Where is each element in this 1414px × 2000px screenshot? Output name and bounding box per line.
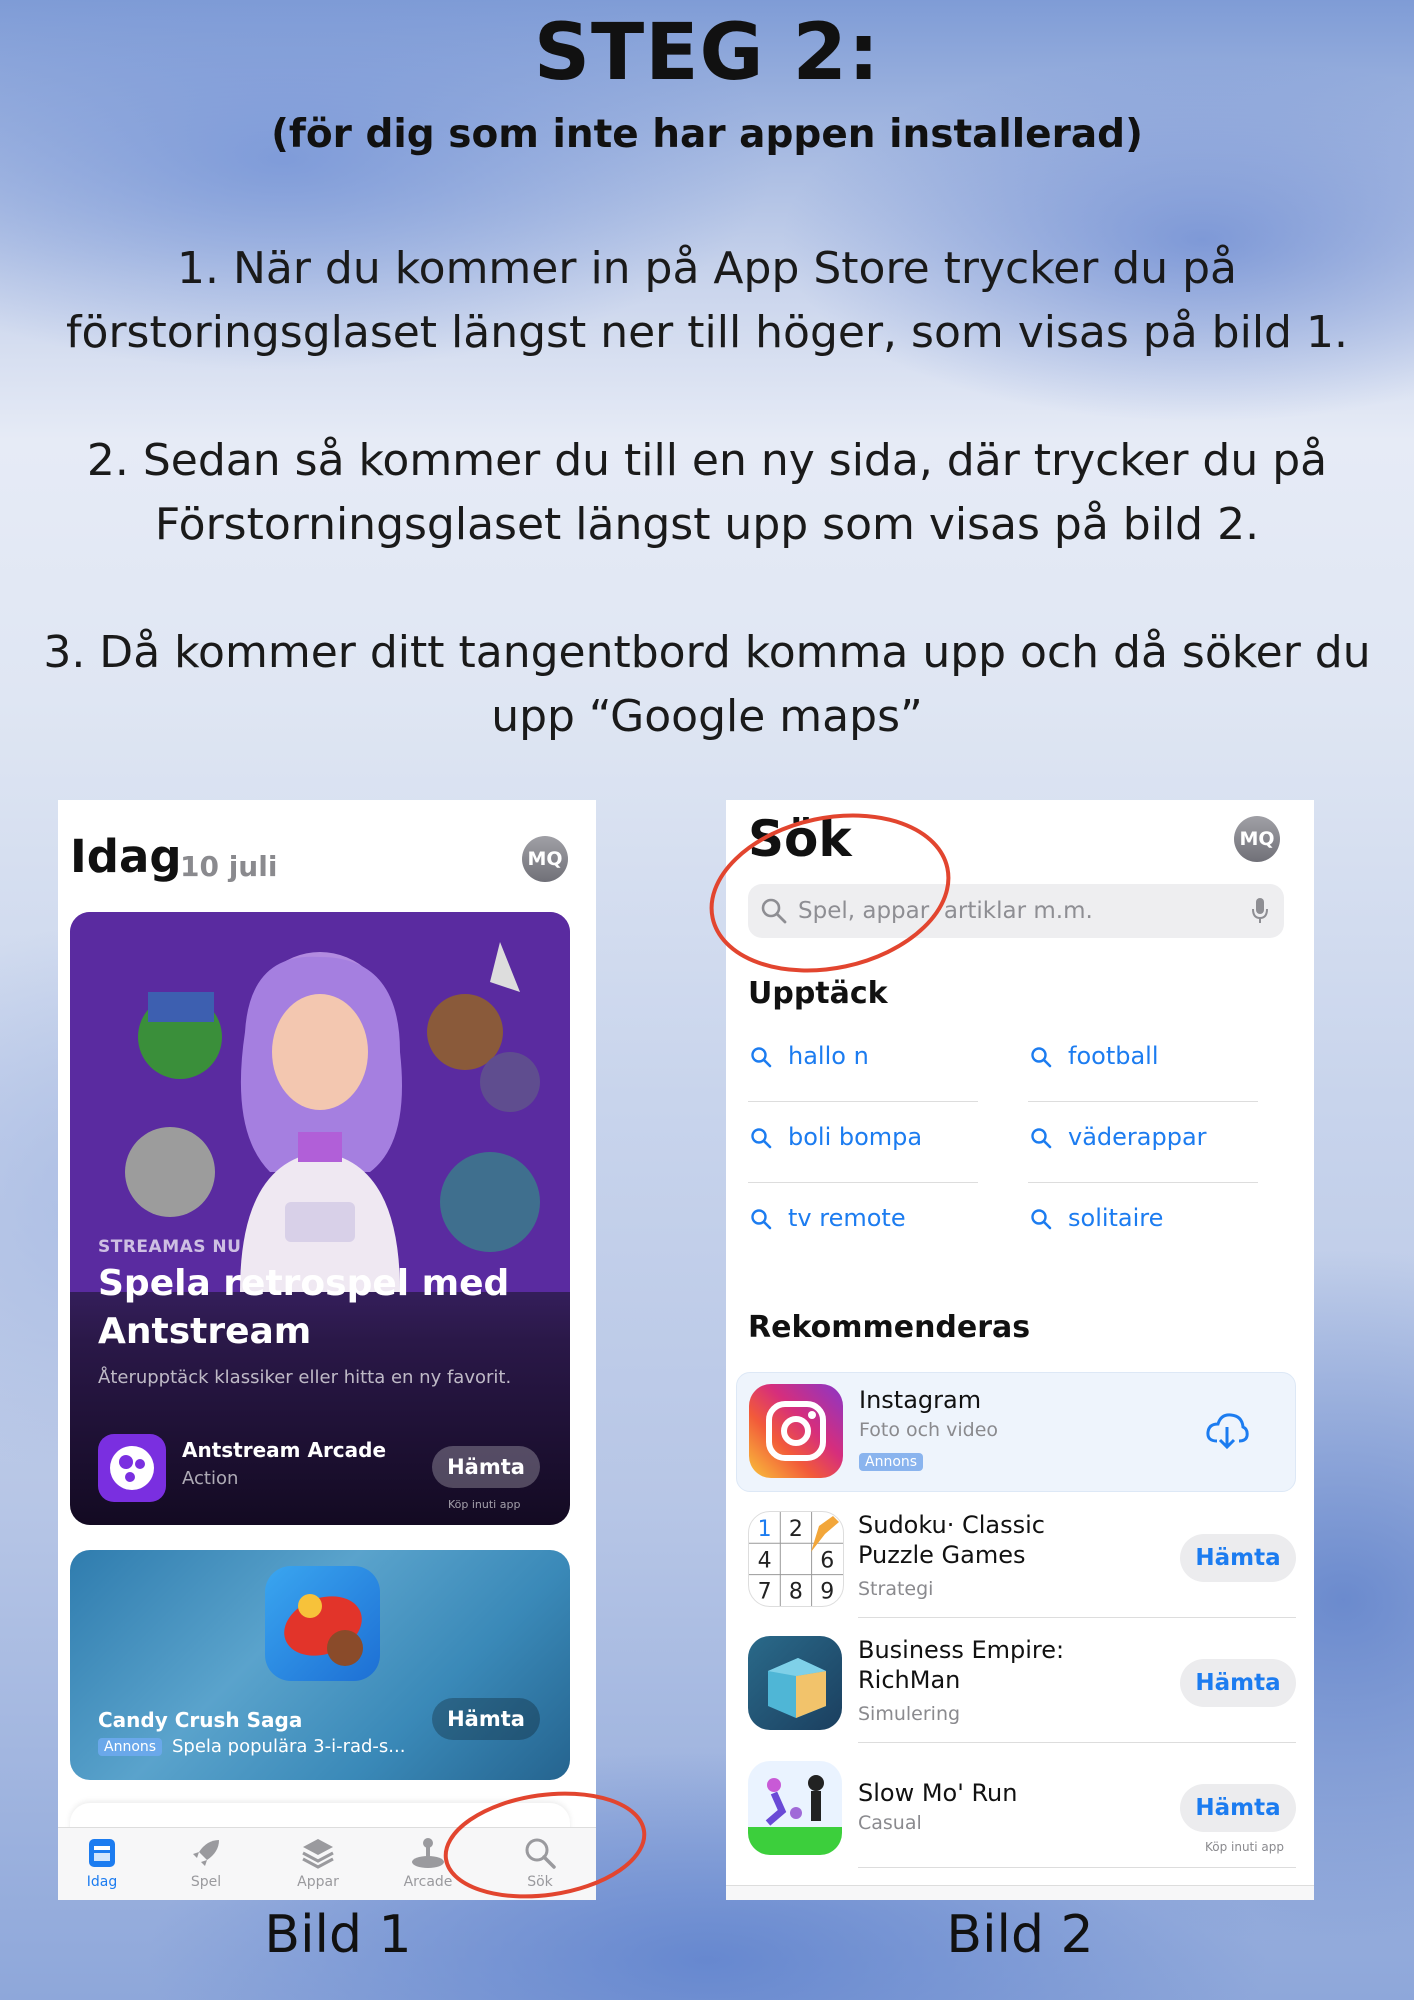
suggestion-item[interactable]: boli bompa bbox=[748, 1103, 978, 1183]
suggestion-item[interactable]: football bbox=[1028, 1022, 1258, 1102]
get-button[interactable]: Hämta bbox=[1180, 1534, 1296, 1582]
instruction-step-2: 2. Sedan så kommer du till en ny sida, d… bbox=[86, 435, 1328, 550]
featured-app-category: Action bbox=[182, 1468, 239, 1489]
candy-crush-desc: Spela populära 3-i-rad-s... bbox=[172, 1736, 406, 1757]
sudoku-digit: 6 bbox=[820, 1548, 834, 1573]
sudoku-digit: 8 bbox=[789, 1580, 803, 1605]
featured-title: Spela retrospel med Antstream bbox=[98, 1263, 510, 1352]
featured-get-button[interactable]: Hämta bbox=[432, 1446, 540, 1488]
annotation-circle-tab-search bbox=[443, 1791, 647, 1899]
instruction-step-3: 3. Då kommer ditt tangentbord komma upp … bbox=[43, 627, 1371, 742]
screenshot-today-tab: Idag 10 juli MQ STREAMAS NU Spela retros… bbox=[58, 800, 596, 1900]
recommended-heading: Rekommenderas bbox=[748, 1310, 1031, 1345]
app-row-instagram[interactable]: Instagram Foto och video Annons bbox=[736, 1372, 1296, 1492]
candy-crush-icon bbox=[265, 1566, 380, 1681]
instagram-icon bbox=[749, 1384, 843, 1478]
account-avatar[interactable]: MQ bbox=[1234, 816, 1280, 862]
sudoku-icon: 124 6 789 bbox=[748, 1511, 844, 1607]
tab-games[interactable]: Spel bbox=[156, 1834, 256, 1890]
app-category: Simulering bbox=[858, 1703, 961, 1725]
in-app-purchase-note: Köp inuti app bbox=[448, 1498, 521, 1511]
sudoku-digit: 2 bbox=[789, 1517, 803, 1542]
caption-bild-2: Bild 2 bbox=[946, 1905, 1094, 1965]
sudoku-digit: 9 bbox=[820, 1580, 834, 1605]
pencil-icon bbox=[811, 1516, 839, 1552]
slow-mo-run-icon bbox=[748, 1761, 842, 1855]
featured-app-name: Antstream Arcade bbox=[182, 1438, 387, 1462]
page-subtitle: (för dig som inte har appen installerad) bbox=[271, 112, 1143, 157]
app-name: Sudoku· Classic bbox=[858, 1511, 1045, 1539]
antstream-app-icon[interactable] bbox=[98, 1434, 166, 1502]
in-app-purchase-note: Köp inuti app bbox=[1204, 1840, 1284, 1854]
account-avatar[interactable]: MQ bbox=[522, 836, 568, 882]
cloud-download-icon[interactable] bbox=[1205, 1411, 1249, 1451]
today-date: 10 juli bbox=[180, 850, 278, 883]
caption-bild-1: Bild 1 bbox=[264, 1905, 412, 1965]
featured-tag: STREAMAS NU bbox=[98, 1237, 242, 1257]
candy-crush-get-button[interactable]: Hämta bbox=[432, 1698, 540, 1740]
suggestion-item[interactable]: solitaire bbox=[1028, 1184, 1258, 1264]
featured-subtitle: Återupptäck klassiker eller hitta en ny … bbox=[98, 1367, 512, 1388]
ad-badge: Annons bbox=[98, 1738, 163, 1756]
get-button[interactable]: Hämta bbox=[1180, 1659, 1296, 1707]
app-name: Slow Mo' Run bbox=[858, 1779, 1018, 1807]
tab-today[interactable]: Idag bbox=[58, 1834, 152, 1890]
search-icon bbox=[1031, 1209, 1052, 1230]
app-name-line2: Puzzle Games bbox=[858, 1541, 1026, 1569]
candy-crush-name: Candy Crush Saga bbox=[98, 1708, 303, 1732]
business-empire-icon bbox=[748, 1636, 842, 1730]
app-name: Business Empire: bbox=[858, 1636, 1065, 1664]
today-icon bbox=[89, 1839, 115, 1867]
app-category: Foto och video bbox=[859, 1419, 999, 1441]
search-icon bbox=[751, 1128, 772, 1149]
app-row-sudoku[interactable]: 124 6 789 Sudoku· Classic Puzzle Games Str… bbox=[736, 1500, 1296, 1618]
microphone-icon[interactable] bbox=[1250, 896, 1270, 926]
app-category: Strategi bbox=[858, 1578, 934, 1600]
sudoku-digit: 1 bbox=[758, 1517, 772, 1542]
featured-artwork bbox=[70, 912, 570, 1292]
suggestion-item[interactable]: tv remote bbox=[748, 1184, 978, 1264]
search-icon bbox=[751, 1209, 772, 1230]
app-name-line2: RichMan bbox=[858, 1666, 961, 1694]
suggestion-item[interactable]: väderappar bbox=[1028, 1103, 1258, 1183]
today-title: Idag bbox=[70, 830, 182, 883]
app-name: Instagram bbox=[859, 1386, 982, 1414]
tab-bar-partial bbox=[726, 1885, 1314, 1900]
featured-story-card[interactable]: STREAMAS NU Spela retrospel med Antstrea… bbox=[70, 912, 570, 1525]
search-icon bbox=[1031, 1047, 1052, 1068]
search-icon bbox=[751, 1047, 772, 1068]
annotation-circle-search-bar bbox=[709, 813, 951, 973]
ad-badge: Annons bbox=[859, 1453, 924, 1471]
sudoku-digit: 7 bbox=[758, 1580, 772, 1605]
app-category: Casual bbox=[858, 1812, 922, 1834]
rocket-icon bbox=[193, 1840, 219, 1866]
suggestion-item[interactable]: hallo n bbox=[748, 1022, 978, 1102]
instruction-step-1: 1. När du kommer in på App Store trycker… bbox=[66, 243, 1348, 358]
search-icon bbox=[1031, 1128, 1052, 1149]
layers-icon bbox=[302, 1839, 334, 1869]
tab-apps[interactable]: Appar bbox=[268, 1834, 368, 1890]
sudoku-digit: 4 bbox=[758, 1548, 772, 1573]
get-button[interactable]: Hämta bbox=[1180, 1784, 1296, 1832]
page-title: STEG 2: bbox=[533, 8, 881, 98]
candy-crush-ad-card[interactable]: Candy Crush Saga Annons Spela populära 3… bbox=[70, 1550, 570, 1780]
app-row-slow-mo-run[interactable]: Slow Mo' Run Casual Hämta Köp inuti app bbox=[736, 1750, 1296, 1868]
app-row-business-empire[interactable]: Business Empire: RichMan Simulering Hämt… bbox=[736, 1625, 1296, 1743]
